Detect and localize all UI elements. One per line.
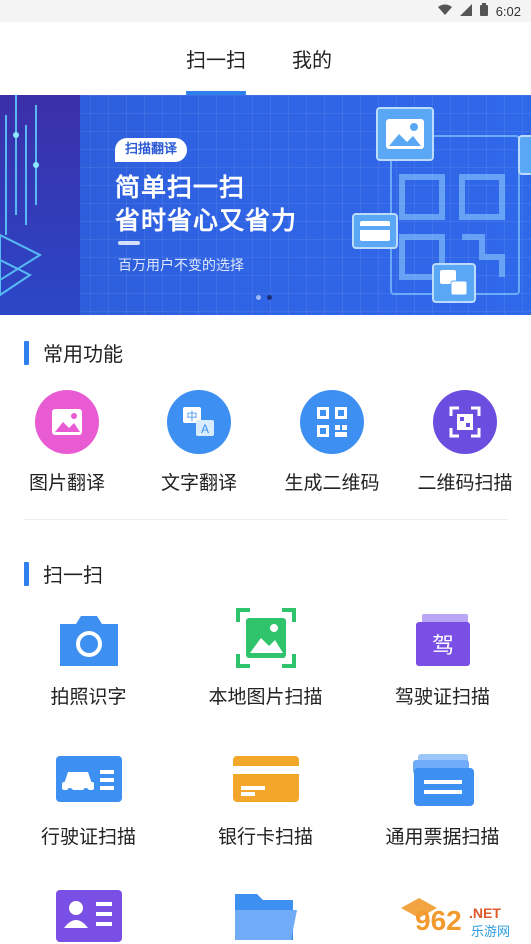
banner-dot-active <box>267 295 272 300</box>
common-section-title: 常用功能 <box>43 342 123 366</box>
tab-scan[interactable]: 扫一扫 <box>186 44 246 73</box>
func-label: 文字翻译 <box>160 472 237 494</box>
status-bar: 6:02 <box>0 0 531 22</box>
section-divider <box>24 519 507 520</box>
banner-page-indicator <box>256 295 272 300</box>
id-card-scan-button[interactable] <box>0 888 177 944</box>
svg-text:中: 中 <box>187 410 198 423</box>
svg-text:A: A <box>201 422 209 436</box>
banner-subtitle: 百万用户不变的选择 <box>118 258 244 274</box>
wifi-icon <box>437 4 452 19</box>
vehicle-license-scan-button[interactable]: 行驶证扫描 <box>0 752 177 849</box>
scan-label: 银行卡扫描 <box>217 826 313 848</box>
camera-icon <box>56 612 122 668</box>
driver-license-scan-button[interactable]: 驾 驾驶证扫描 <box>354 612 531 709</box>
photo-ocr-button[interactable]: 拍照识字 <box>0 612 177 709</box>
scan-section-header: 扫一扫 <box>24 559 103 588</box>
vehicle-license-icon <box>55 752 122 808</box>
banner-image-icon <box>376 107 434 161</box>
banner-dot <box>256 295 261 300</box>
local-image-scan-icon <box>235 608 296 668</box>
bank-card-scan-button[interactable]: 银行卡扫描 <box>177 752 354 849</box>
promo-banner[interactable]: 扫描翻译 简单扫一扫 省时省心又省力 百万用户不变的选择 <box>0 95 531 315</box>
status-icons: 6:02 <box>437 3 521 19</box>
driver-license-icon: 驾 <box>410 612 476 668</box>
generate-qr-button[interactable]: 生成二维码 <box>267 390 397 495</box>
image-translate-button[interactable]: 图片翻译 <box>2 390 132 495</box>
folder-scan-button[interactable] <box>177 888 354 944</box>
banner-translate-icon <box>432 263 476 303</box>
banner-edge-icon <box>518 135 531 175</box>
banner-title-line1: 简单扫一扫 <box>115 173 246 202</box>
func-label: 生成二维码 <box>284 472 380 494</box>
func-label: 图片翻译 <box>28 472 105 494</box>
scan-label: 通用票据扫描 <box>385 826 500 848</box>
common-section-header: 常用功能 <box>24 338 123 367</box>
scan-section-title: 扫一扫 <box>43 563 103 587</box>
image-icon <box>35 390 99 454</box>
banner-left-illustration <box>0 95 80 315</box>
scan-label: 行驶证扫描 <box>40 826 136 848</box>
local-image-scan-button[interactable]: 本地图片扫描 <box>177 608 354 709</box>
receipt-scan-button[interactable]: 通用票据扫描 <box>354 752 531 849</box>
qr-scan-icon <box>433 390 497 454</box>
text-translate-button[interactable]: 中 A 文字翻译 <box>134 390 264 495</box>
receipt-icon <box>410 752 476 808</box>
scan-label: 拍照识字 <box>50 686 127 708</box>
section-accent-bar <box>24 561 29 586</box>
translate-icon: 中 A <box>167 390 231 454</box>
banner-title: 简单扫一扫 省时省心又省力 <box>115 171 297 237</box>
id-card-icon <box>55 888 122 944</box>
bank-card-icon <box>232 752 299 808</box>
section-accent-bar <box>24 340 29 365</box>
qr-code-icon <box>300 390 364 454</box>
watermark-sub: 乐游网 <box>471 925 510 940</box>
watermark-net: .NET <box>469 905 501 921</box>
watermark-main: 962 <box>415 905 462 936</box>
func-label: 二维码扫描 <box>417 472 513 494</box>
site-watermark: 962 .NET 乐游网 <box>393 896 525 940</box>
scan-label: 本地图片扫描 <box>208 686 323 708</box>
folder-icon <box>233 888 299 944</box>
status-time: 6:02 <box>495 3 521 19</box>
tab-mine[interactable]: 我的 <box>292 44 332 73</box>
signal-icon <box>459 3 472 19</box>
top-tabs: 扫一扫 我的 <box>0 22 531 95</box>
battery-icon <box>479 3 488 19</box>
driver-license-glyph: 驾 <box>431 634 453 659</box>
banner-divider <box>118 241 140 245</box>
scan-label: 驾驶证扫描 <box>394 686 490 708</box>
banner-title-line2: 省时省心又省力 <box>115 206 298 235</box>
banner-card-icon <box>352 213 398 249</box>
banner-badge: 扫描翻译 <box>115 138 188 162</box>
scan-qr-button[interactable]: 二维码扫描 <box>400 390 530 495</box>
